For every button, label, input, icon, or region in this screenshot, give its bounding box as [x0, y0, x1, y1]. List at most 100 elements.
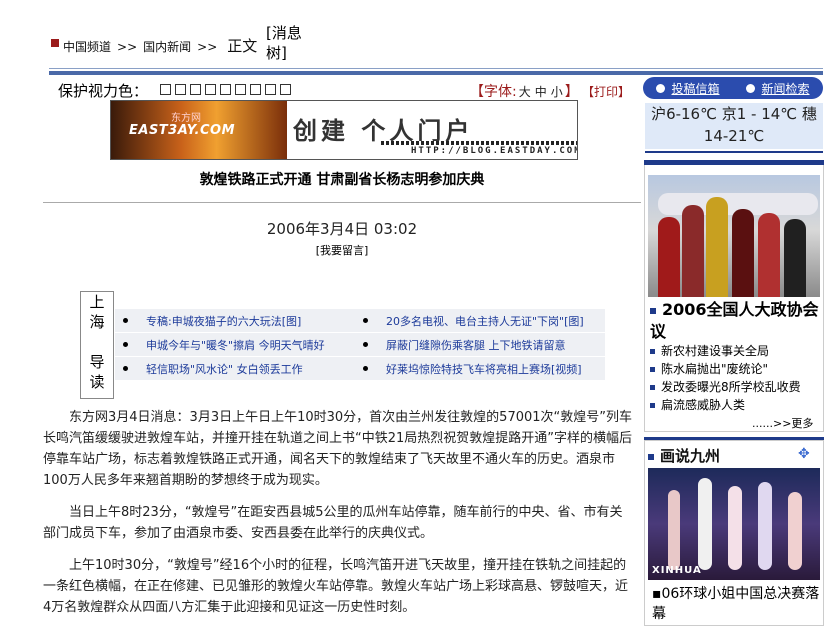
source-link[interactable]: [消息树]: [266, 23, 316, 63]
bullet-dot-icon: [746, 83, 756, 93]
feature-link[interactable]: 新农村建设事关全局: [661, 344, 769, 358]
person-figure: [668, 490, 680, 570]
person-figure: [728, 486, 742, 570]
list-item: 发改委曝光8所学校乱收费: [650, 378, 822, 396]
bullet-icon: [363, 366, 368, 371]
color-swatch[interactable]: [160, 84, 171, 95]
article-paragraph: 东方网3月4日消息：3月3日上午日上午10时30分，首次由兰州发往敦煌的5700…: [43, 410, 633, 488]
color-swatch[interactable]: [220, 84, 231, 95]
font-size-small[interactable]: 小: [551, 85, 563, 99]
guide-label-char: 上: [89, 293, 105, 311]
shanghai-guide-list: 专稿:申城夜猫子的六大玩法[图] 20多名电视、电台主持人无证"下岗"[图] 申…: [115, 309, 605, 381]
news-search-label: 新闻检索: [761, 81, 810, 96]
gallery-caption-link[interactable]: ▪06环球小姐中国总决赛落幕: [652, 584, 822, 624]
article-paragraph: 上午10时30分，“敦煌号”经16个小时的征程，长鸣汽笛开进飞天故里，撞开挂在铁…: [43, 558, 629, 615]
font-size-large[interactable]: 大: [519, 85, 531, 99]
square-bullet-icon: [650, 307, 656, 314]
bullet-icon: [123, 342, 128, 347]
guide-link[interactable]: 专稿:申城夜猫子的六大玩法[图]: [146, 313, 301, 329]
guide-link[interactable]: 轻信职场"风水论" 女白领丢工作: [146, 361, 303, 377]
feature-title-link[interactable]: 2006全国人大政协会议: [650, 299, 822, 343]
guide-row: 申城今年与"暖冬"擦肩 今明天气晴好 屏蔽门缝隙伤乘客腿 上下地铁请留意: [115, 333, 605, 356]
guide-link[interactable]: 屏蔽门缝隙伤乘客腿 上下地铁请留意: [386, 337, 566, 353]
color-swatch[interactable]: [250, 84, 261, 95]
person-figure: [758, 482, 772, 570]
feature-list: 新农村建设事关全局 陈水扁抛出"废统论" 发改委曝光8所学校乱收费 扁流感威胁人…: [650, 342, 822, 414]
feature-link[interactable]: 扁流感威胁人类: [661, 398, 745, 412]
list-item: 陈水扁抛出"废统论": [650, 360, 822, 378]
person-figure: [758, 213, 780, 297]
color-swatch[interactable]: [205, 84, 216, 95]
gallery-title: 画说九州: [660, 447, 721, 465]
submit-mailbox-label: 投稿信箱: [671, 81, 720, 96]
sidebar-divider: [645, 151, 823, 153]
square-bullet-icon: [650, 349, 655, 354]
feature-link[interactable]: 发改委曝光8所学校乱收费: [661, 380, 801, 394]
person-figure: [788, 492, 802, 570]
more-link[interactable]: ......>>更多: [752, 415, 813, 431]
breadcrumb-current: 正文: [227, 37, 258, 55]
eye-protect-label: 保护视力色：: [58, 82, 149, 100]
article-date: 2006年3月4日 03:02: [266, 220, 418, 238]
news-search-link[interactable]: 新闻检索: [746, 80, 810, 97]
color-swatch[interactable]: [235, 84, 246, 95]
banner-url: HTTP://BLOG.EASTDAY.COM: [411, 146, 578, 156]
blog-banner-ad[interactable]: 东方网 EAST3AY.COM 创建 个人门户 HTTP://BLOG.EAST…: [110, 100, 578, 160]
guide-label-char: 海: [89, 313, 105, 331]
person-figure: [682, 205, 704, 297]
font-size-medium[interactable]: 中: [535, 85, 547, 99]
breadcrumb-separator: >>: [197, 40, 218, 54]
guide-row: 专稿:申城夜猫子的六大玩法[图] 20多名电视、电台主持人无证"下岗"[图]: [115, 309, 605, 332]
guide-label-char: 导: [89, 353, 105, 371]
feature-title: 2006全国人大政协会议: [650, 300, 819, 341]
breadcrumb-item-domestic-news[interactable]: 国内新闻: [143, 40, 191, 54]
gallery-header: 画说九州: [648, 445, 818, 467]
person-figure: [784, 219, 806, 297]
guide-link[interactable]: 好莱坞惊险特技飞车将亮相上赛场[视频]: [386, 361, 582, 377]
bullet-icon: [123, 318, 128, 323]
xinhua-watermark: XINHUA: [652, 565, 702, 576]
breadcrumb-square-icon: [51, 39, 59, 47]
top-divider: [49, 68, 823, 69]
guide-label-char: 读: [89, 373, 105, 391]
feature-link[interactable]: 陈水扁抛出"废统论": [661, 362, 768, 376]
square-bullet-icon: [650, 403, 655, 408]
breadcrumb: 中国频道 >> 国内新闻 >> 正文: [63, 35, 257, 56]
submit-mailbox-link[interactable]: 投稿信箱: [656, 80, 720, 97]
list-item: 新农村建设事关全局: [650, 342, 822, 360]
bullet-dot-icon: [656, 83, 666, 93]
leave-comment-link[interactable]: [我要留言]: [43, 242, 641, 258]
guide-link[interactable]: 申城今年与"暖冬"擦肩 今明天气晴好: [146, 337, 325, 353]
person-figure: [706, 197, 728, 297]
guide-link[interactable]: 20多名电视、电台主持人无证"下岗"[图]: [386, 313, 584, 329]
font-label-close: 】: [564, 84, 579, 100]
article-title: 敦煌铁路正式开通 甘肃副省长杨志明参加庆典: [199, 172, 485, 188]
top-divider-bar: [49, 71, 823, 75]
right-nav-bar: 投稿信箱 新闻检索: [643, 77, 823, 99]
bullet-icon: [363, 318, 368, 323]
color-swatch[interactable]: [265, 84, 276, 95]
person-figure: [698, 478, 712, 570]
banner-stripe: [381, 141, 577, 145]
person-figure: [658, 217, 680, 297]
shanghai-guide-label: 上 海 导 读: [80, 291, 114, 399]
bullet-icon: [363, 342, 368, 347]
color-swatch[interactable]: [190, 84, 201, 95]
square-bullet-icon: [650, 385, 655, 390]
banner-logo-cn: 东方网: [171, 113, 201, 124]
sidebar-feature-bar: [644, 160, 824, 165]
print-link[interactable]: 【打印】: [582, 83, 630, 100]
font-size-control: 【字体: 大中小】: [470, 81, 579, 101]
breadcrumb-item-china-channel[interactable]: 中国频道: [63, 40, 111, 54]
title-divider: [43, 202, 641, 203]
color-swatch[interactable]: [280, 84, 291, 95]
npc-delegates-photo[interactable]: [648, 175, 820, 297]
miss-universe-photo[interactable]: XINHUA: [648, 468, 820, 580]
square-bullet-icon: [650, 367, 655, 372]
color-swatch[interactable]: [175, 84, 186, 95]
list-item: 扁流感威胁人类: [650, 396, 822, 414]
font-label: 【字体:: [470, 84, 517, 100]
weather-box: 沪6-16℃ 京1 - 14℃ 穗14-21℃: [645, 103, 823, 149]
square-bullet-icon: [648, 453, 654, 460]
banner-logo: EAST3AY.COM: [129, 123, 236, 138]
